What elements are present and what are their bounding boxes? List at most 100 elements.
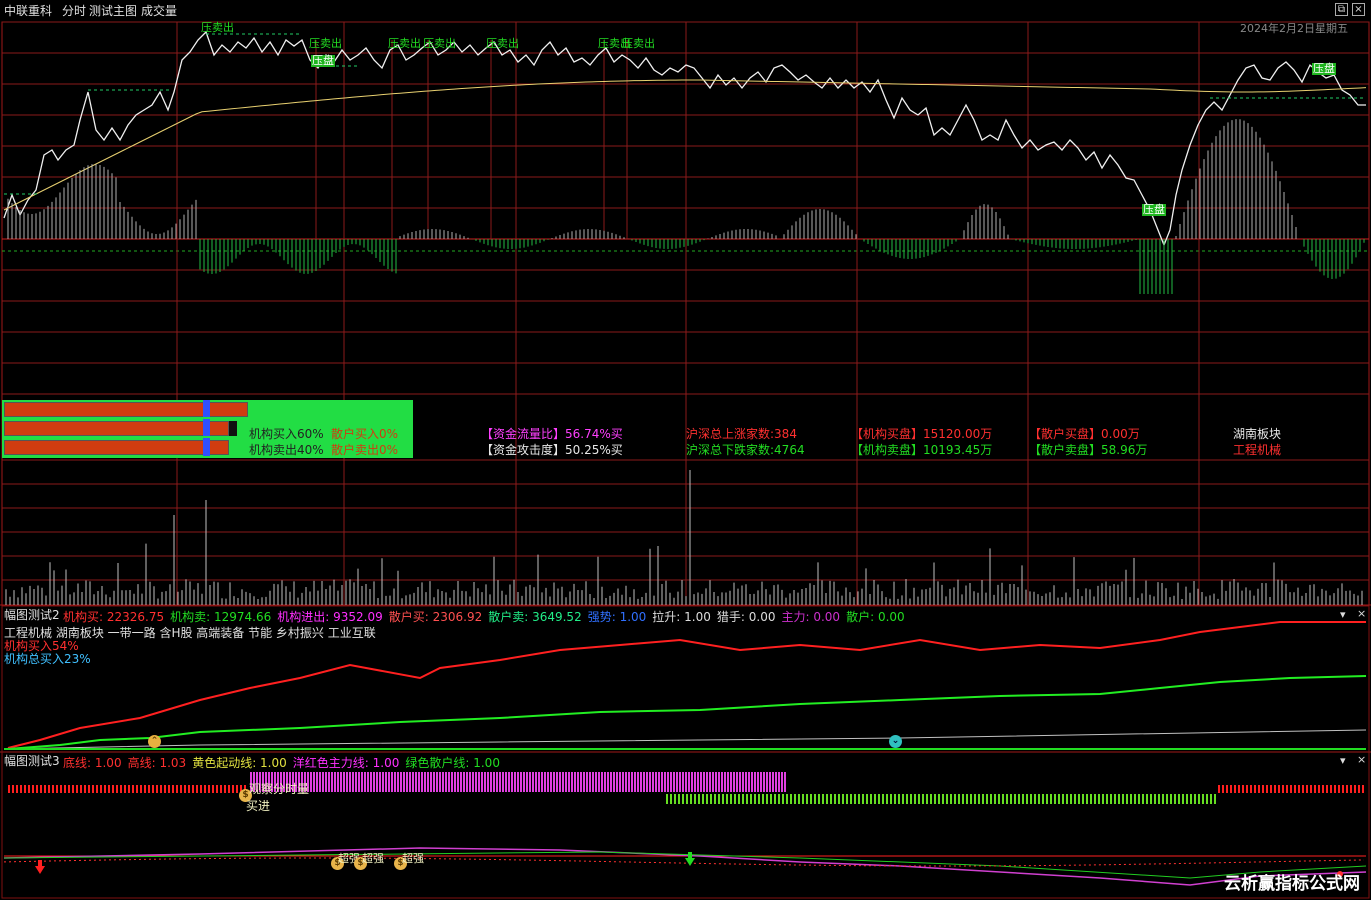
main-force-bar xyxy=(571,772,573,792)
retail-bar xyxy=(830,794,832,804)
indicator-item-label: 底线: xyxy=(63,756,92,770)
main-force-bar xyxy=(367,772,369,792)
baseline-bar xyxy=(1270,785,1272,793)
main-force-bar xyxy=(664,772,666,792)
retail-bar xyxy=(1066,794,1068,804)
main-force-bar xyxy=(712,772,714,792)
high-line xyxy=(3,857,1365,867)
main-force-bar xyxy=(748,772,750,792)
retail-bar xyxy=(730,794,732,804)
baseline-bar xyxy=(1302,785,1304,793)
indicator3-title[interactable]: 幅图测试3 xyxy=(4,754,60,768)
retail-bar xyxy=(1114,794,1116,804)
main-force-bar xyxy=(508,772,510,792)
main-force-bar xyxy=(457,772,459,792)
indicator3-close[interactable]: × xyxy=(1357,753,1366,766)
baseline-bar xyxy=(1226,785,1228,793)
stock-name[interactable]: 中联重科 xyxy=(4,4,52,18)
retail-bar xyxy=(1162,794,1164,804)
retail-bar xyxy=(754,794,756,804)
retail-bar xyxy=(950,794,952,804)
main-force-bar xyxy=(511,772,513,792)
retail-bar xyxy=(698,794,700,804)
baseline-bar xyxy=(180,785,182,793)
main-force-bar xyxy=(568,772,570,792)
main-force-bar xyxy=(370,772,372,792)
retail-bar xyxy=(1170,794,1172,804)
main-force-bar xyxy=(322,772,324,792)
indicator3-dropdown[interactable]: ▾ xyxy=(1340,754,1346,767)
retail-bar xyxy=(866,794,868,804)
retail-bar xyxy=(826,794,828,804)
retail-bar xyxy=(694,794,696,804)
baseline-bar xyxy=(16,785,18,793)
inst-buy-amount: 【机构买盘】15120.00万 xyxy=(851,427,993,441)
tab-main-chart[interactable]: 测试主图 xyxy=(89,4,137,18)
main-force-bar xyxy=(535,772,537,792)
baseline-bar xyxy=(1246,785,1248,793)
baseline-bar xyxy=(148,785,150,793)
retail-bar xyxy=(882,794,884,804)
baseline-bar xyxy=(32,785,34,793)
main-force-bar xyxy=(652,772,654,792)
main-force-bar xyxy=(562,772,564,792)
tab-volume[interactable]: 成交量 xyxy=(141,4,177,18)
baseline-bar xyxy=(184,785,186,793)
main-force-bar xyxy=(598,772,600,792)
indicator-item-label: 散户买: xyxy=(388,610,429,624)
indicator-item-value: 2306.92 xyxy=(428,610,483,624)
main-force-bar xyxy=(526,772,528,792)
main-force-bar xyxy=(403,772,405,792)
baseline-bar xyxy=(1242,785,1244,793)
baseline-bar xyxy=(1338,785,1340,793)
retail-bar xyxy=(982,794,984,804)
baseline-bar xyxy=(220,785,222,793)
baseline-bar xyxy=(208,785,210,793)
sell-bar-marker xyxy=(203,438,210,456)
main-force-bar xyxy=(673,772,675,792)
up-arrow-icon: ⌃ xyxy=(148,735,161,748)
indicator-item-label: 洋红色主力线: xyxy=(292,756,369,770)
indicator2-close[interactable]: × xyxy=(1357,607,1366,620)
baseline-bar xyxy=(28,785,30,793)
indicator2-title[interactable]: 幅图测试2 xyxy=(4,608,60,622)
main-force-bar xyxy=(586,772,588,792)
indicator-item-label: 拉升: xyxy=(652,610,681,624)
restore-button[interactable]: ⧉ xyxy=(1335,3,1348,16)
retail-sell-amount: 【散户卖盘】58.96万 xyxy=(1029,443,1148,457)
indicator-item-value: 1.00 xyxy=(256,756,287,770)
baseline-bar xyxy=(1346,785,1348,793)
date-label: 2024年2月2日星期五 xyxy=(1240,22,1348,35)
indicator-item-value: 0.00 xyxy=(809,610,841,624)
indicator-item-label: 散户: xyxy=(846,610,875,624)
main-force-bar xyxy=(493,772,495,792)
tab-time[interactable]: 分时 xyxy=(62,4,86,18)
baseline-bar xyxy=(1258,785,1260,793)
indicator2-dropdown[interactable]: ▾ xyxy=(1340,608,1346,621)
main-force-bar xyxy=(394,772,396,792)
close-window-button[interactable]: × xyxy=(1352,3,1365,16)
up-count: 沪深总上涨家数:384 xyxy=(686,427,797,441)
main-force-bar xyxy=(556,772,558,792)
retail-bar xyxy=(1098,794,1100,804)
baseline-bar xyxy=(168,785,170,793)
retail-bar xyxy=(1038,794,1040,804)
retail-bar xyxy=(878,794,880,804)
main-force-bar xyxy=(697,772,699,792)
main-force-bar xyxy=(670,772,672,792)
main-force-bar xyxy=(313,772,315,792)
retail-bar xyxy=(1166,794,1168,804)
baseline-bar xyxy=(1218,785,1220,793)
inst-sell-amount: 【机构卖盘】10193.45万 xyxy=(851,443,993,457)
pressure-signal: 压盘 xyxy=(311,54,335,67)
retail-bar xyxy=(1018,794,1020,804)
main-force-bar xyxy=(760,772,762,792)
main-force-bar xyxy=(634,772,636,792)
retail-bar xyxy=(802,794,804,804)
main-force-bar xyxy=(427,772,429,792)
retail-bar xyxy=(1146,794,1148,804)
baseline-bar xyxy=(164,785,166,793)
main-force-bar xyxy=(463,772,465,792)
main-force-bar xyxy=(364,772,366,792)
main-force-bar xyxy=(784,772,786,792)
